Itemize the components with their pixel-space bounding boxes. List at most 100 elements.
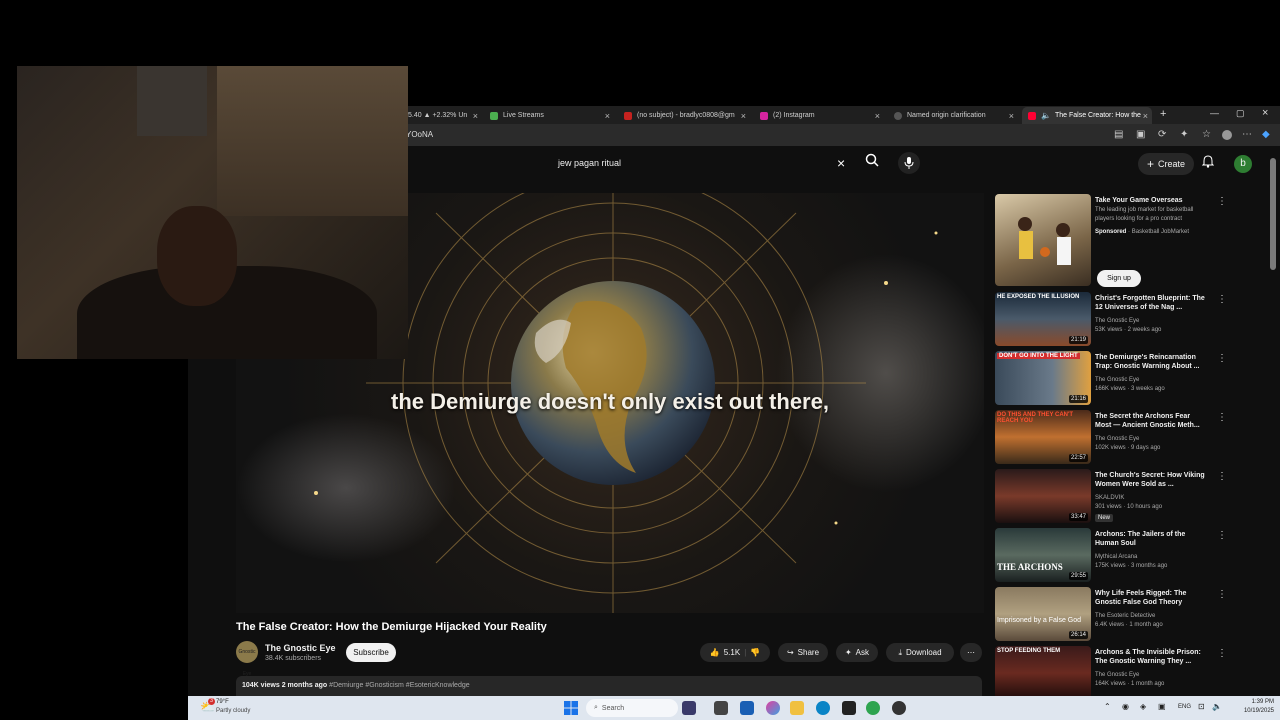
clock-time[interactable]: 1:39 PM xyxy=(1238,699,1274,705)
ask-button[interactable]: ✦ Ask xyxy=(836,643,878,662)
channel-name[interactable]: The Gnostic Eye xyxy=(1095,377,1139,383)
tray-app-icon[interactable]: ◈ xyxy=(1140,702,1146,711)
tray-overflow-icon[interactable]: ⌃ xyxy=(1104,702,1111,711)
file-explorer-icon[interactable] xyxy=(790,701,804,715)
more-icon[interactable]: ⋮ xyxy=(1217,530,1227,541)
ad-thumbnail[interactable] xyxy=(995,194,1091,286)
recommended-video[interactable]: HE EXPOSED THE ILLUSION 21:19 Christ's F… xyxy=(995,292,1255,350)
search-input[interactable]: jew pagan ritual xyxy=(558,158,621,168)
recommended-video[interactable]: Imprisoned by a False God 26:14 Why Life… xyxy=(995,587,1255,645)
recommended-video[interactable]: 33:47 The Church's Secret: How Viking Wo… xyxy=(995,469,1255,527)
close-window-button[interactable]: × xyxy=(1262,107,1268,119)
channel-name[interactable]: The Gnostic Eye xyxy=(1095,318,1139,324)
x-app-icon[interactable] xyxy=(842,701,856,715)
search-button[interactable] xyxy=(860,153,884,175)
tab-gmail[interactable]: (no subject) - bradlyc0808@gm × xyxy=(618,107,750,124)
taskbar-search[interactable]: ⌕ Search xyxy=(586,699,678,717)
like-button[interactable]: 👍 5.1K xyxy=(710,648,740,657)
hashtags[interactable]: #Demiurge #Gnosticism #EsotericKnowledge xyxy=(329,682,469,689)
new-tab-button[interactable]: + xyxy=(1160,108,1166,120)
input-language[interactable]: ENG xyxy=(1178,704,1191,710)
video-thumbnail[interactable]: Imprisoned by a False God 26:14 xyxy=(995,587,1091,641)
sponsored-ad[interactable]: Take Your Game Overseas The leading job … xyxy=(995,194,1255,290)
thumbs-down-icon[interactable]: 👎 xyxy=(750,648,760,657)
video-title[interactable]: Archons: The Jailers of the Human Soul xyxy=(1095,530,1207,548)
share-button[interactable]: ↪ Share xyxy=(778,643,828,662)
more-icon[interactable]: ⋮ xyxy=(1217,294,1227,305)
menu-icon[interactable]: ⋯ xyxy=(1242,129,1252,140)
more-icon[interactable]: ⋮ xyxy=(1217,471,1227,482)
copilot-icon[interactable] xyxy=(766,701,780,715)
address-text[interactable]: YOoNA xyxy=(406,130,433,139)
tab-instagram[interactable]: (2) Instagram × xyxy=(754,107,884,124)
channel-name[interactable]: The Gnostic Eye xyxy=(1095,436,1139,442)
more-icon[interactable]: ⋮ xyxy=(1217,648,1227,659)
video-thumbnail[interactable]: DO THIS AND THEY CAN'T REACH YOU 22:57 xyxy=(995,410,1091,464)
network-icon[interactable]: ⊡ xyxy=(1198,702,1205,711)
speaker-icon[interactable]: 🔈 xyxy=(1041,111,1051,120)
volume-icon[interactable]: 🔈 xyxy=(1212,702,1222,711)
chrome-icon[interactable] xyxy=(866,701,880,715)
recommended-video[interactable]: DON'T GO INTO THE LIGHT 21:16 The Demiur… xyxy=(995,351,1255,409)
notifications-bell-icon[interactable] xyxy=(1201,155,1215,171)
channel-avatar[interactable]: Gnostic Eye xyxy=(236,641,258,677)
restore-button[interactable]: ▢ xyxy=(1236,108,1245,119)
split-icon[interactable]: ▣ xyxy=(1136,129,1145,140)
channel-name[interactable]: Mythical Arcana xyxy=(1095,554,1137,560)
start-button[interactable] xyxy=(564,701,578,715)
recommended-video[interactable]: DO THIS AND THEY CAN'T REACH YOU 22:57 T… xyxy=(995,410,1255,468)
tray-app-icon[interactable]: ▣ xyxy=(1158,702,1166,711)
voice-search-button[interactable] xyxy=(898,152,920,174)
close-icon[interactable]: × xyxy=(875,111,880,121)
channel-name[interactable]: The Gnostic Eye xyxy=(1095,672,1139,678)
close-icon[interactable]: × xyxy=(1143,111,1148,121)
clear-search-icon[interactable]: × xyxy=(837,155,845,171)
tab-live-streams[interactable]: Live Streams × xyxy=(484,107,614,124)
tray-app-icon[interactable]: ◉ xyxy=(1122,702,1129,711)
ad-title[interactable]: Take Your Game Overseas xyxy=(1095,196,1207,205)
task-view-icon[interactable] xyxy=(714,701,728,715)
more-icon[interactable]: ⋮ xyxy=(1217,353,1227,364)
video-title[interactable]: Archons & The Invisible Prison: The Gnos… xyxy=(1095,648,1207,666)
widgets-icon[interactable] xyxy=(682,701,696,715)
copilot-icon[interactable]: ◆ xyxy=(1262,129,1270,140)
video-thumbnail[interactable]: DON'T GO INTO THE LIGHT 21:16 xyxy=(995,351,1091,405)
tab-youtube-active[interactable]: 🔈 The False Creator: How the × xyxy=(1022,107,1152,124)
weather-temperature[interactable]: 79°F xyxy=(216,699,229,705)
recommended-video[interactable]: THE ARCHONS 29:55 Archons: The Jailers o… xyxy=(995,528,1255,586)
create-button[interactable]: + Create xyxy=(1138,153,1194,175)
recommended-video[interactable]: STOP FEEDING THEM Archons & The Invisibl… xyxy=(995,646,1255,696)
video-thumbnail[interactable]: HE EXPOSED THE ILLUSION 21:19 xyxy=(995,292,1091,346)
search-box[interactable]: jew pagan ritual × xyxy=(550,153,856,175)
more-actions-button[interactable]: ⋯ xyxy=(960,643,982,662)
ad-signup-button[interactable]: Sign up xyxy=(1097,270,1141,287)
subscribe-button[interactable]: Subscribe xyxy=(346,643,396,662)
account-avatar[interactable]: b xyxy=(1234,155,1252,173)
extensions-icon[interactable]: ✦ xyxy=(1180,129,1188,140)
video-title[interactable]: Christ's Forgotten Blueprint: The 12 Uni… xyxy=(1095,294,1207,312)
edge-icon[interactable] xyxy=(816,701,830,715)
obs-icon[interactable] xyxy=(892,701,906,715)
video-thumbnail[interactable]: THE ARCHONS 29:55 xyxy=(995,528,1091,582)
video-thumbnail[interactable]: STOP FEEDING THEM xyxy=(995,646,1091,696)
tab-stocks[interactable]: 5.40 ▲ +2.32% Un × xyxy=(402,107,482,124)
channel-name[interactable]: The Esoteric Detective xyxy=(1095,613,1155,619)
close-icon[interactable]: × xyxy=(1009,111,1014,121)
video-title[interactable]: The Church's Secret: How Viking Women We… xyxy=(1095,471,1207,489)
page-scrollbar[interactable] xyxy=(1270,158,1276,270)
video-title[interactable]: The Secret the Archons Fear Most — Ancie… xyxy=(1095,412,1207,430)
video-title[interactable]: Why Life Feels Rigged: The Gnostic False… xyxy=(1095,589,1207,607)
close-icon[interactable]: × xyxy=(741,111,746,121)
close-icon[interactable]: × xyxy=(605,111,610,121)
tab-chat[interactable]: Named origin clarification × xyxy=(888,107,1018,124)
reader-icon[interactable]: ▤ xyxy=(1114,129,1123,140)
minimize-button[interactable]: — xyxy=(1210,108,1219,118)
channel-name[interactable]: SKALDVIK xyxy=(1095,495,1124,501)
refresh-icon[interactable]: ⟳ xyxy=(1158,129,1166,140)
channel-name[interactable]: The Gnostic Eye xyxy=(265,643,336,653)
video-title[interactable]: The Demiurge's Reincarnation Trap: Gnost… xyxy=(1095,353,1207,371)
store-icon[interactable] xyxy=(740,701,754,715)
more-icon[interactable]: ⋮ xyxy=(1217,412,1227,423)
clock-date[interactable]: 10/19/2025 xyxy=(1228,708,1274,714)
profile-icon[interactable] xyxy=(1222,130,1232,140)
